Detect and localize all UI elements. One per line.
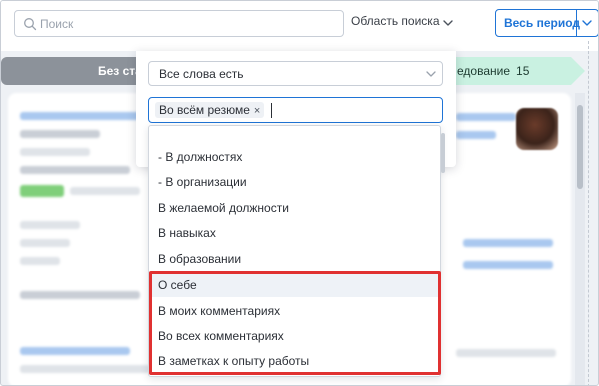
page-scrollbar-thumb[interactable] bbox=[577, 105, 583, 189]
card-blur-text bbox=[20, 347, 130, 355]
option-item[interactable]: В образовании bbox=[149, 246, 440, 271]
stage-name: едование bbox=[457, 64, 511, 78]
selected-tag: Во всём резюме × bbox=[155, 102, 265, 118]
option-label: - В должностях bbox=[158, 150, 243, 164]
chevron-down-icon bbox=[443, 20, 453, 26]
card-blur-text bbox=[456, 131, 496, 139]
search-area-label: Область поиска bbox=[351, 14, 440, 28]
search-placeholder: Поиск bbox=[40, 17, 74, 31]
card-blur-text bbox=[20, 221, 80, 229]
option-item[interactable]: - В должностях bbox=[149, 144, 440, 169]
stage-label: едование 15 bbox=[457, 64, 529, 78]
text-caret bbox=[271, 103, 272, 118]
divider bbox=[588, 41, 589, 385]
card-blur-text bbox=[20, 130, 100, 138]
option-label: Во всех комментариях bbox=[158, 329, 284, 343]
candidate-avatar bbox=[516, 108, 558, 150]
card-blur-text bbox=[20, 239, 70, 247]
card-blur-text bbox=[20, 365, 150, 373]
option-item[interactable]: В навыках bbox=[149, 220, 440, 245]
top-bar: Поиск Область поиска Весь период bbox=[1, 1, 598, 51]
period-select[interactable]: Весь период bbox=[495, 9, 598, 37]
option-label: В желаемой должности bbox=[158, 201, 289, 215]
option-label: В моих комментариях bbox=[158, 304, 281, 318]
option-label: В заметках к опыту работы bbox=[158, 354, 310, 368]
search-icon bbox=[24, 18, 37, 31]
chevron-down-icon[interactable] bbox=[580, 16, 594, 30]
period-divider bbox=[576, 10, 577, 36]
option-item[interactable]: В заметках к опыту работы bbox=[149, 348, 440, 373]
card-blur-text bbox=[456, 113, 516, 121]
option-item[interactable]: В желаемой должности bbox=[149, 195, 440, 220]
option-label: В навыках bbox=[158, 226, 216, 240]
card-blur-text bbox=[20, 257, 60, 265]
card-blur-text bbox=[463, 239, 553, 247]
options-scrollbar[interactable] bbox=[441, 133, 445, 173]
option-item[interactable]: - В организации bbox=[149, 169, 440, 194]
option-label: В образовании bbox=[158, 252, 242, 266]
option-label: - В организации bbox=[158, 175, 247, 189]
option-item[interactable]: О себе bbox=[149, 272, 440, 297]
app-frame: Поиск Область поиска Весь период Без ста… bbox=[0, 0, 599, 386]
option-item[interactable]: В моих комментариях bbox=[149, 298, 440, 323]
option-label: О себе bbox=[158, 278, 197, 292]
stage-count: 15 bbox=[516, 64, 530, 78]
card-blur-text bbox=[20, 166, 130, 174]
chevron-down-icon bbox=[426, 71, 436, 77]
card-blur-badge bbox=[20, 185, 64, 197]
tag-remove-icon[interactable]: × bbox=[254, 105, 260, 117]
period-label: Весь период bbox=[504, 16, 580, 30]
card-blur-text bbox=[20, 291, 140, 299]
option-item[interactable]: Во всех комментариях bbox=[149, 323, 440, 348]
match-mode-value: Все слова есть bbox=[159, 67, 244, 81]
tag-label: Во всём резюме bbox=[159, 103, 250, 117]
card-blur-text bbox=[456, 349, 556, 357]
search-area-options: - В должностях - В организации В желаемо… bbox=[148, 125, 441, 377]
match-mode-select[interactable]: Все слова есть bbox=[148, 61, 443, 86]
search-area-toggle[interactable]: Область поиска bbox=[351, 14, 453, 28]
card-blur-text bbox=[20, 148, 90, 156]
card-blur-text bbox=[463, 261, 553, 269]
stage-arrow bbox=[571, 57, 585, 85]
search-input[interactable]: Поиск bbox=[14, 10, 344, 37]
stage-tab-active[interactable]: едование 15 bbox=[441, 57, 571, 85]
card-blur-text bbox=[70, 187, 140, 195]
search-area-tag-input[interactable]: Во всём резюме × bbox=[148, 97, 443, 123]
